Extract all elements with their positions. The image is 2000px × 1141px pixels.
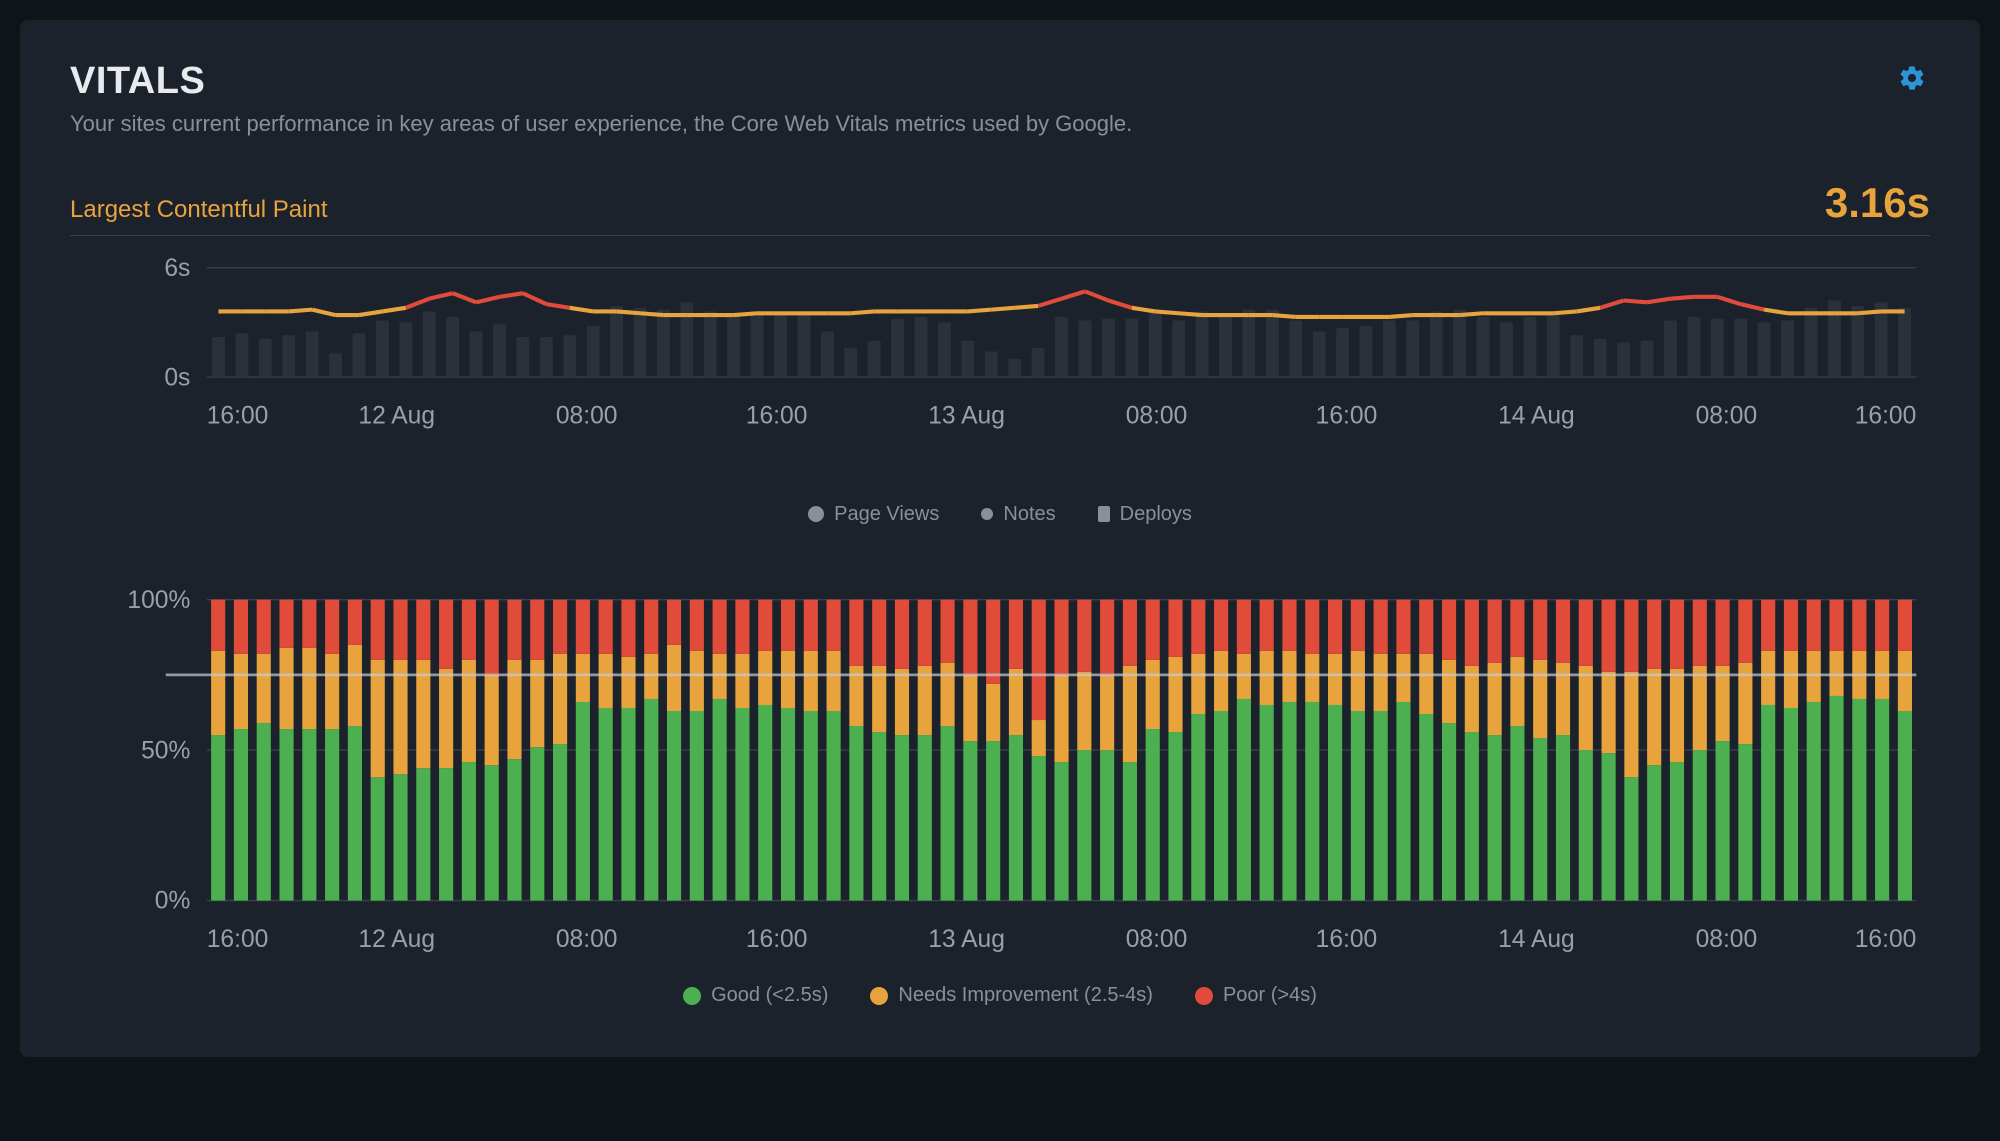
svg-text:16:00: 16:00 [1855, 926, 1917, 953]
svg-text:16:00: 16:00 [1316, 403, 1378, 430]
square-icon [1098, 506, 1110, 522]
top-chart-legend: Page Views Notes Deploys [70, 503, 1930, 526]
svg-text:08:00: 08:00 [1126, 926, 1188, 953]
circle-icon [808, 506, 824, 522]
svg-text:50%: 50% [141, 737, 190, 764]
vitals-panel: VITALS Your sites current performance in… [20, 20, 1980, 1057]
legend-deploys: Deploys [1098, 503, 1192, 526]
dot-icon [870, 987, 888, 1005]
svg-text:13 Aug: 13 Aug [928, 403, 1005, 430]
panel-header: VITALS Your sites current performance in… [70, 60, 1930, 137]
svg-text:16:00: 16:00 [207, 926, 269, 953]
svg-text:0%: 0% [155, 887, 191, 914]
svg-text:08:00: 08:00 [556, 926, 618, 953]
legend-label: Notes [1003, 503, 1055, 526]
settings-button[interactable] [1894, 60, 1930, 99]
bottom-chart-legend: Good (<2.5s) Needs Improvement (2.5-4s) … [70, 984, 1930, 1007]
lcp-distribution-chart: 100% 50% 0% 16:00 12 Aug 08:00 16:00 13 Aug 08:0… [70, 586, 1930, 969]
svg-text:14 Aug: 14 Aug [1498, 403, 1575, 430]
legend-good: Good (<2.5s) [683, 984, 828, 1007]
legend-poor: Poor (>4s) [1195, 984, 1317, 1007]
legend-label: Good (<2.5s) [711, 984, 828, 1007]
dot-icon [683, 987, 701, 1005]
gear-icon [1898, 80, 1926, 95]
svg-text:16:00: 16:00 [746, 926, 808, 953]
metric-name: Largest Contentful Paint [70, 196, 328, 224]
svg-text:12 Aug: 12 Aug [358, 403, 435, 430]
svg-text:12 Aug: 12 Aug [358, 926, 435, 953]
panel-subtitle: Your sites current performance in key ar… [70, 111, 1132, 137]
svg-text:100%: 100% [127, 586, 190, 613]
legend-label: Poor (>4s) [1223, 984, 1317, 1007]
metric-row: Largest Contentful Paint 3.16s [70, 179, 1930, 236]
legend-label: Page Views [834, 503, 939, 526]
legend-label: Deploys [1120, 503, 1192, 526]
svg-text:08:00: 08:00 [556, 403, 618, 430]
dot-icon [1195, 987, 1213, 1005]
svg-text:16:00: 16:00 [207, 403, 269, 430]
svg-text:08:00: 08:00 [1126, 403, 1188, 430]
svg-text:08:00: 08:00 [1696, 926, 1758, 953]
svg-text:6s: 6s [164, 255, 190, 282]
svg-text:13 Aug: 13 Aug [928, 926, 1005, 953]
dot-icon [981, 508, 993, 520]
svg-text:16:00: 16:00 [746, 403, 808, 430]
lcp-timeseries-chart: 6s 0s 16:00 12 Aug 08:00 16:00 13 Aug 08:00 16:0… [70, 254, 1930, 487]
svg-text:0s: 0s [164, 364, 190, 391]
svg-text:16:00: 16:00 [1316, 926, 1378, 953]
metric-value: 3.16s [1825, 179, 1930, 227]
legend-needs-improvement: Needs Improvement (2.5-4s) [870, 984, 1153, 1007]
svg-text:14 Aug: 14 Aug [1498, 926, 1575, 953]
legend-notes: Notes [981, 503, 1055, 526]
svg-text:16:00: 16:00 [1855, 403, 1917, 430]
svg-text:08:00: 08:00 [1696, 403, 1758, 430]
panel-title: VITALS [70, 60, 1132, 103]
legend-page-views: Page Views [808, 503, 939, 526]
legend-label: Needs Improvement (2.5-4s) [898, 984, 1153, 1007]
